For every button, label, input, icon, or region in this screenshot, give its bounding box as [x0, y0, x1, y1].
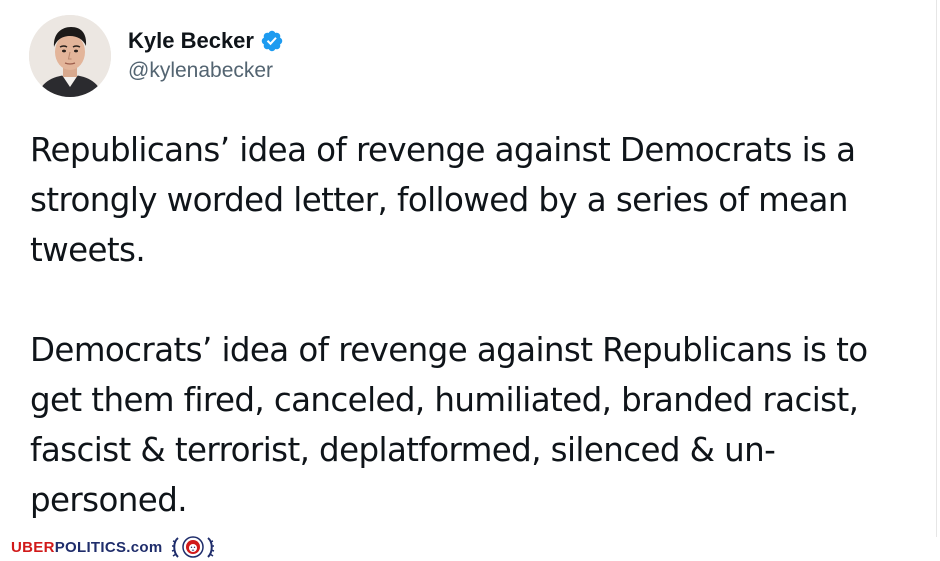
avatar[interactable] — [29, 15, 111, 97]
watermark-politics-text: POLITICS.com — [54, 538, 163, 556]
tweet-body: Republicans’ idea of revenge against Dem… — [30, 125, 925, 525]
lion-crest-logo-icon — [172, 536, 215, 558]
author-handle[interactable]: @kylenabecker — [128, 59, 273, 83]
site-watermark: UBER POLITICS.com — [11, 533, 216, 561]
tweet-card: Kyle Becker @kylenabecker Republicans’ i… — [0, 0, 937, 537]
author-display-name[interactable]: Kyle Becker — [128, 28, 254, 54]
watermark-uber-text: UBER — [11, 538, 55, 556]
author-name-row: Kyle Becker — [128, 25, 284, 57]
profile-photo-icon — [29, 15, 111, 97]
tweet-paragraph: Democrats’ idea of revenge against Repub… — [30, 331, 868, 519]
tweet-paragraph: Republicans’ idea of revenge against Dem… — [30, 131, 856, 269]
verified-badge-icon — [261, 30, 283, 52]
